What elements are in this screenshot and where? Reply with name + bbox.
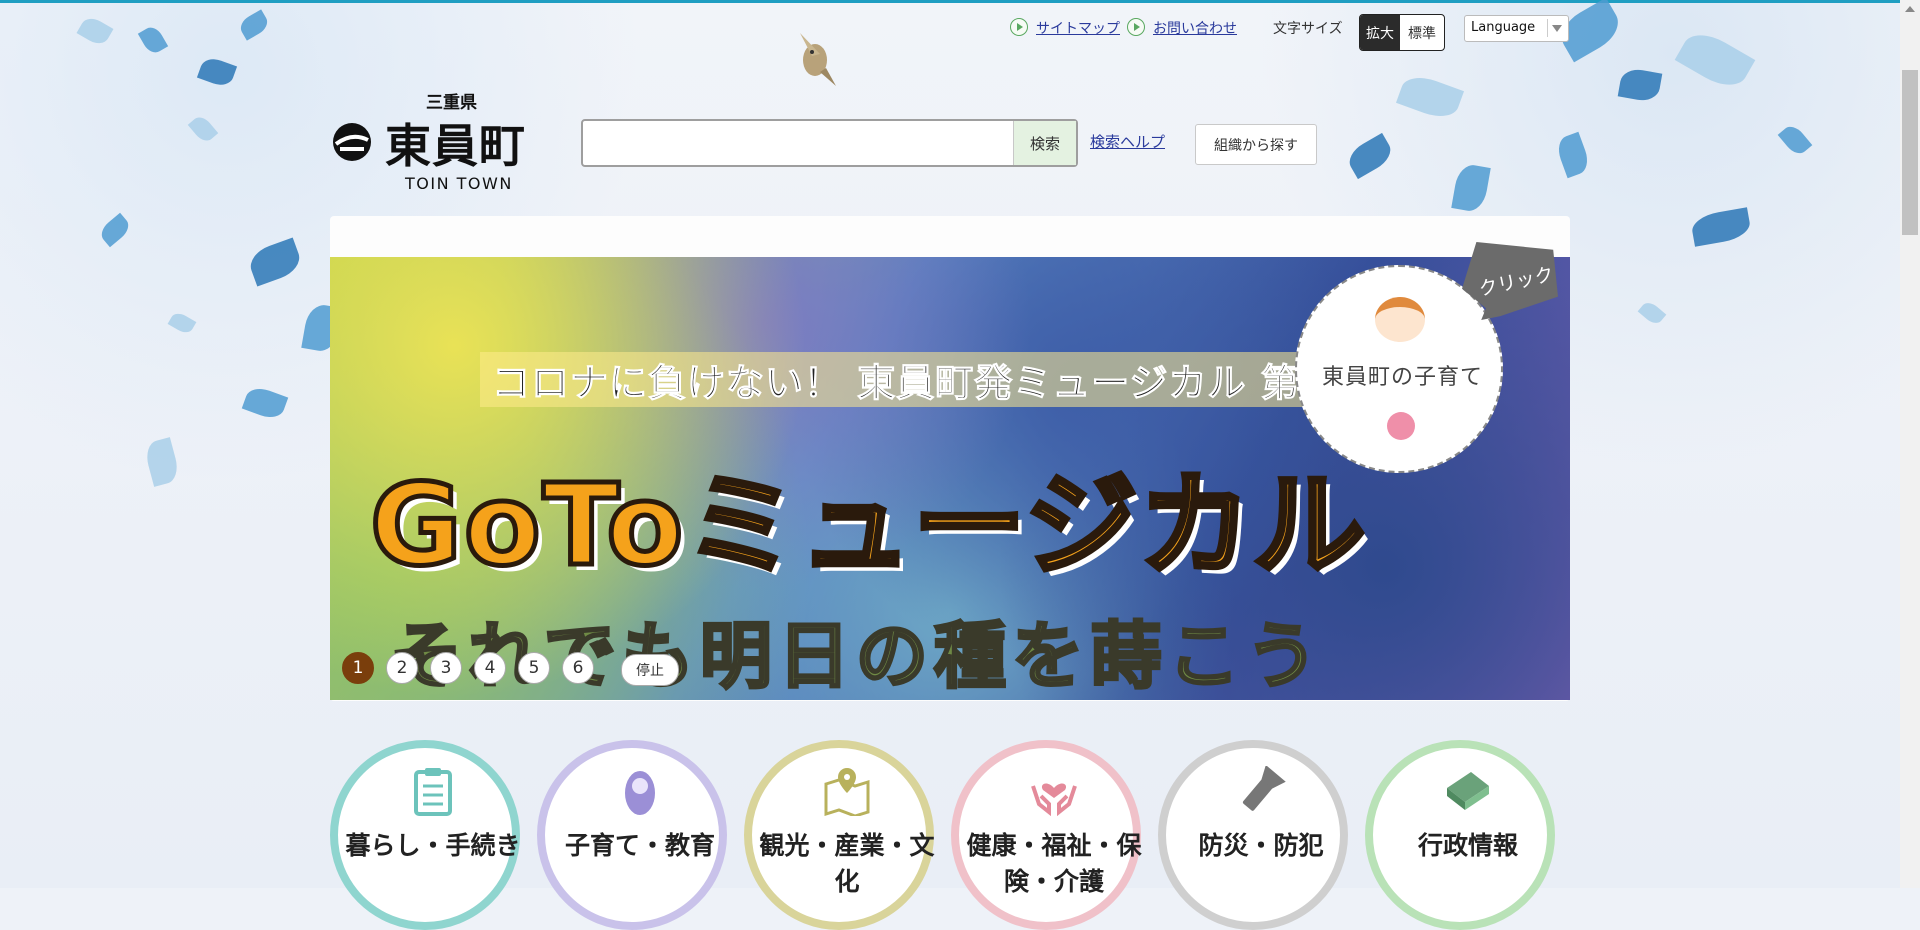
heart-hands-icon bbox=[1031, 783, 1077, 816]
category-label: 子育て・教育 bbox=[564, 831, 715, 860]
map-icon bbox=[824, 768, 870, 816]
arrow-circle-icon bbox=[1127, 18, 1145, 36]
slide-dot[interactable]: 1 bbox=[342, 652, 374, 684]
slide-pager: 1 2 3 4 5 6 bbox=[342, 652, 594, 684]
category-childcare[interactable]: 子育て・教育 bbox=[537, 740, 727, 930]
language-select-value: Language bbox=[1471, 20, 1536, 35]
slide-dot[interactable]: 5 bbox=[518, 652, 550, 684]
category-disaster[interactable]: 防災・防犯 bbox=[1158, 740, 1348, 930]
bird-icon bbox=[800, 33, 836, 86]
slideshow-stop-button[interactable]: 停止 bbox=[621, 654, 679, 686]
sitemap-link[interactable]: サイトマップ bbox=[1010, 18, 1120, 38]
slide-dot[interactable]: 2 bbox=[386, 652, 418, 684]
category-label: 健康・福祉・保険・介護 bbox=[966, 831, 1142, 896]
category-label: 観光・産業・文化 bbox=[759, 831, 935, 896]
slide-dot[interactable]: 4 bbox=[474, 652, 506, 684]
category-label: 行政情報 bbox=[1417, 831, 1518, 860]
flashlight-icon bbox=[1242, 766, 1286, 811]
flower-icon bbox=[1387, 412, 1415, 440]
clipboard-icon bbox=[414, 768, 452, 816]
scroll-up-icon[interactable] bbox=[1905, 6, 1915, 12]
fontsize-switch: 拡大 標準 bbox=[1359, 14, 1445, 51]
click-label: クリック bbox=[1476, 263, 1556, 301]
select-divider bbox=[1547, 19, 1548, 37]
fontsize-label: 文字サイズ bbox=[1273, 21, 1343, 37]
org-search-button[interactable]: 組織から探す bbox=[1195, 124, 1317, 165]
contact-link-text[interactable]: お問い合わせ bbox=[1153, 21, 1237, 37]
sitemap-link-text[interactable]: サイトマップ bbox=[1036, 21, 1120, 37]
category-health[interactable]: 健康・福祉・保険・介護 bbox=[951, 740, 1142, 930]
contact-link[interactable]: お問い合わせ bbox=[1127, 18, 1237, 38]
site-logo[interactable]: 三重県 東員町 TOIN TOWN bbox=[330, 88, 540, 198]
top-accent-line bbox=[0, 0, 1920, 3]
category-administration[interactable]: 行政情報 bbox=[1365, 740, 1555, 930]
search-button[interactable]: 検索 bbox=[1013, 121, 1076, 165]
banner-subtitle: コロナに負けない！ 東員町発ミュージカル 第 bbox=[480, 352, 1312, 407]
town-emblem-icon bbox=[333, 123, 371, 161]
category-label: 暮らし・手続き bbox=[345, 831, 521, 860]
child-face-icon bbox=[1375, 297, 1425, 342]
arrow-circle-icon bbox=[1010, 18, 1028, 36]
logo-town-name: 東員町 bbox=[385, 119, 526, 173]
search-box: 検索 bbox=[581, 119, 1078, 167]
chevron-down-icon bbox=[1552, 25, 1562, 32]
category-tourism[interactable]: 観光・産業・文化 bbox=[744, 740, 935, 930]
category-label: 防災・防犯 bbox=[1198, 831, 1324, 860]
page-scrollbar[interactable] bbox=[1900, 0, 1920, 888]
search-help-link[interactable]: 検索ヘルプ bbox=[1090, 131, 1165, 152]
scrollbar-thumb[interactable] bbox=[1902, 70, 1918, 235]
banner-title: GoToミュージカル bbox=[367, 459, 1368, 594]
slide-dot[interactable]: 6 bbox=[562, 652, 594, 684]
fontsize-standard-button[interactable]: 標準 bbox=[1400, 15, 1444, 50]
language-select[interactable]: Language bbox=[1464, 15, 1569, 42]
logo-english-name: TOIN TOWN bbox=[405, 174, 513, 193]
badge-text: 東員町の子育て bbox=[1322, 365, 1484, 390]
search-input[interactable] bbox=[587, 125, 991, 163]
fontsize-large-button[interactable]: 拡大 bbox=[1360, 15, 1400, 50]
baby-icon bbox=[625, 771, 655, 815]
slide-dot[interactable]: 3 bbox=[430, 652, 462, 684]
book-icon bbox=[1447, 772, 1489, 810]
banner-bottom-text: それでも明日の種を蒔こう bbox=[389, 613, 1324, 700]
category-living[interactable]: 暮らし・手続き bbox=[330, 740, 521, 930]
